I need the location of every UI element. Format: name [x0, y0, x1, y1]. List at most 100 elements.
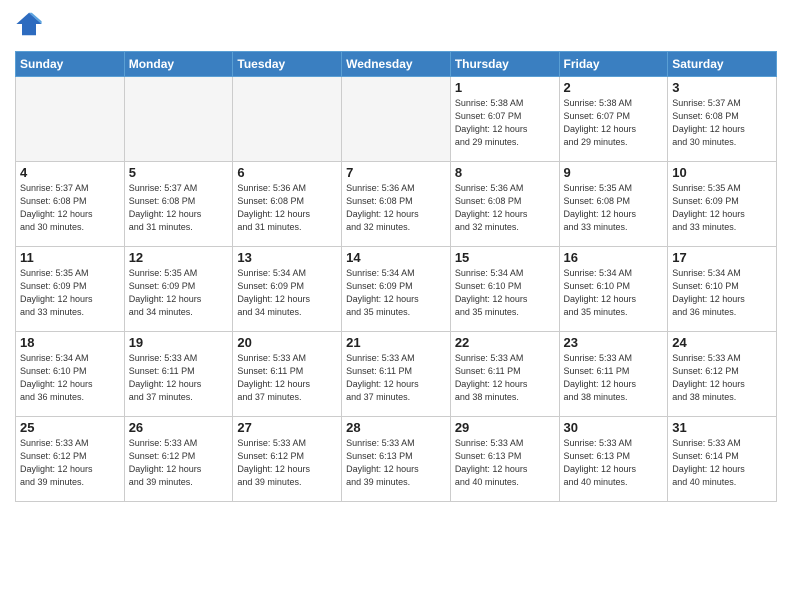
day-number: 15 [455, 250, 555, 265]
day-info: Sunrise: 5:36 AM Sunset: 6:08 PM Dayligh… [237, 182, 337, 234]
day-number: 24 [672, 335, 772, 350]
weekday-header-wednesday: Wednesday [342, 52, 451, 77]
day-number: 21 [346, 335, 446, 350]
day-number: 31 [672, 420, 772, 435]
calendar-cell: 29Sunrise: 5:33 AM Sunset: 6:13 PM Dayli… [450, 417, 559, 502]
calendar-cell: 10 Sunrise: 5:35 AM Sunset: 6:09 PM Dayli… [668, 162, 777, 247]
day-info: Sunrise: 5:34 AM Sunset: 6:10 PM Dayligh… [455, 267, 555, 319]
day-info: Sunrise: 5:38 AM Sunset: 6:07 PM Dayligh… [455, 97, 555, 149]
calendar-cell [342, 77, 451, 162]
calendar-cell: 5Sunrise: 5:37 AM Sunset: 6:08 PM Daylig… [124, 162, 233, 247]
day-number: 28 [346, 420, 446, 435]
day-number: 9 [564, 165, 664, 180]
day-number: 8 [455, 165, 555, 180]
calendar-cell: 3 Sunrise: 5:37 AM Sunset: 6:08 PM Daylig… [668, 77, 777, 162]
calendar-cell: 16 Sunrise: 5:34 AM Sunset: 6:10 PM Dayli… [559, 247, 668, 332]
day-info: Sunrise: 5:35 AM Sunset: 6:09 PM Dayligh… [129, 267, 229, 319]
calendar-cell: 28 Sunrise: 5:33 AM Sunset: 6:13 PM Dayli… [342, 417, 451, 502]
weekday-header-thursday: Thursday [450, 52, 559, 77]
calendar-cell: 19 Sunrise: 5:33 AM Sunset: 6:11 PM Dayli… [124, 332, 233, 417]
week-row-5: 25 Sunrise: 5:33 AM Sunset: 6:12 PM Dayli… [16, 417, 777, 502]
day-info: Sunrise: 5:33 AM Sunset: 6:11 PM Dayligh… [129, 352, 229, 404]
calendar-cell [124, 77, 233, 162]
day-number: 1 [455, 80, 555, 95]
day-info: Sunrise: 5:33 AM Sunset: 6:13 PM Dayligh… [346, 437, 446, 489]
calendar-cell: 21 Sunrise: 5:33 AM Sunset: 6:11 PM Dayli… [342, 332, 451, 417]
day-info: Sunrise: 5:34 AM Sunset: 6:10 PM Dayligh… [20, 352, 120, 404]
day-info: Sunrise: 5:33 AM Sunset: 6:12 PM Dayligh… [672, 352, 772, 404]
day-info: Sunrise: 5:33 AM Sunset: 6:11 PM Dayligh… [346, 352, 446, 404]
calendar-cell: 8Sunrise: 5:36 AM Sunset: 6:08 PM Daylig… [450, 162, 559, 247]
calendar-cell: 23 Sunrise: 5:33 AM Sunset: 6:11 PM Dayli… [559, 332, 668, 417]
day-number: 26 [129, 420, 229, 435]
day-number: 3 [672, 80, 772, 95]
day-number: 16 [564, 250, 664, 265]
day-info: Sunrise: 5:34 AM Sunset: 6:09 PM Dayligh… [237, 267, 337, 319]
week-row-2: 4 Sunrise: 5:37 AM Sunset: 6:08 PM Daylig… [16, 162, 777, 247]
day-info: Sunrise: 5:33 AM Sunset: 6:12 PM Dayligh… [237, 437, 337, 489]
calendar-cell [233, 77, 342, 162]
weekday-header-row: SundayMondayTuesdayWednesdayThursdayFrid… [16, 52, 777, 77]
weekday-header-tuesday: Tuesday [233, 52, 342, 77]
day-info: Sunrise: 5:33 AM Sunset: 6:11 PM Dayligh… [455, 352, 555, 404]
calendar-cell: 18 Sunrise: 5:34 AM Sunset: 6:10 PM Dayli… [16, 332, 125, 417]
day-info: Sunrise: 5:34 AM Sunset: 6:10 PM Dayligh… [672, 267, 772, 319]
day-number: 11 [20, 250, 120, 265]
calendar-cell: 25 Sunrise: 5:33 AM Sunset: 6:12 PM Dayli… [16, 417, 125, 502]
calendar-table: SundayMondayTuesdayWednesdayThursdayFrid… [15, 51, 777, 502]
day-number: 22 [455, 335, 555, 350]
week-row-3: 11 Sunrise: 5:35 AM Sunset: 6:09 PM Dayli… [16, 247, 777, 332]
day-number: 2 [564, 80, 664, 95]
day-number: 5 [129, 165, 229, 180]
day-number: 12 [129, 250, 229, 265]
day-number: 6 [237, 165, 337, 180]
day-info: Sunrise: 5:34 AM Sunset: 6:10 PM Dayligh… [564, 267, 664, 319]
day-number: 10 [672, 165, 772, 180]
day-info: Sunrise: 5:35 AM Sunset: 6:08 PM Dayligh… [564, 182, 664, 234]
header [15, 10, 777, 45]
day-number: 7 [346, 165, 446, 180]
calendar-cell: 24 Sunrise: 5:33 AM Sunset: 6:12 PM Dayli… [668, 332, 777, 417]
page: SundayMondayTuesdayWednesdayThursdayFrid… [0, 0, 792, 517]
day-info: Sunrise: 5:33 AM Sunset: 6:12 PM Dayligh… [20, 437, 120, 489]
day-number: 4 [20, 165, 120, 180]
day-info: Sunrise: 5:34 AM Sunset: 6:09 PM Dayligh… [346, 267, 446, 319]
day-number: 18 [20, 335, 120, 350]
day-info: Sunrise: 5:38 AM Sunset: 6:07 PM Dayligh… [564, 97, 664, 149]
week-row-1: 1 Sunrise: 5:38 AM Sunset: 6:07 PM Daylig… [16, 77, 777, 162]
day-number: 23 [564, 335, 664, 350]
calendar-cell: 31 Sunrise: 5:33 AM Sunset: 6:14 PM Dayli… [668, 417, 777, 502]
day-info: Sunrise: 5:33 AM Sunset: 6:14 PM Dayligh… [672, 437, 772, 489]
day-number: 20 [237, 335, 337, 350]
calendar-cell [16, 77, 125, 162]
calendar-cell: 12 Sunrise: 5:35 AM Sunset: 6:09 PM Dayli… [124, 247, 233, 332]
calendar-cell: 6 Sunrise: 5:36 AM Sunset: 6:08 PM Daylig… [233, 162, 342, 247]
day-info: Sunrise: 5:33 AM Sunset: 6:12 PM Dayligh… [129, 437, 229, 489]
day-number: 25 [20, 420, 120, 435]
day-info: Sunrise: 5:36 AM Sunset: 6:08 PM Dayligh… [346, 182, 446, 234]
day-number: 30 [564, 420, 664, 435]
day-number: 27 [237, 420, 337, 435]
day-number: 13 [237, 250, 337, 265]
day-number: 17 [672, 250, 772, 265]
calendar-cell: 17 Sunrise: 5:34 AM Sunset: 6:10 PM Dayli… [668, 247, 777, 332]
day-number: 19 [129, 335, 229, 350]
day-number: 29 [455, 420, 555, 435]
weekday-header-saturday: Saturday [668, 52, 777, 77]
calendar-cell: 2 Sunrise: 5:38 AM Sunset: 6:07 PM Daylig… [559, 77, 668, 162]
day-info: Sunrise: 5:33 AM Sunset: 6:11 PM Dayligh… [237, 352, 337, 404]
calendar-cell: 15 Sunrise: 5:34 AM Sunset: 6:10 PM Dayli… [450, 247, 559, 332]
day-info: Sunrise: 5:37 AM Sunset: 6:08 PM Dayligh… [672, 97, 772, 149]
calendar-cell: 27 Sunrise: 5:33 AM Sunset: 6:12 PM Dayli… [233, 417, 342, 502]
day-number: 14 [346, 250, 446, 265]
logo-icon [15, 10, 43, 38]
calendar-cell: 4 Sunrise: 5:37 AM Sunset: 6:08 PM Daylig… [16, 162, 125, 247]
calendar-cell: 11Sunrise: 5:35 AM Sunset: 6:09 PM Dayli… [16, 247, 125, 332]
day-info: Sunrise: 5:33 AM Sunset: 6:11 PM Dayligh… [564, 352, 664, 404]
calendar-cell: 22 Sunrise: 5:33 AM Sunset: 6:11 PM Dayli… [450, 332, 559, 417]
day-info: Sunrise: 5:35 AM Sunset: 6:09 PM Dayligh… [672, 182, 772, 234]
weekday-header-monday: Monday [124, 52, 233, 77]
day-info: Sunrise: 5:37 AM Sunset: 6:08 PM Dayligh… [20, 182, 120, 234]
calendar-cell: 9 Sunrise: 5:35 AM Sunset: 6:08 PM Daylig… [559, 162, 668, 247]
weekday-header-sunday: Sunday [16, 52, 125, 77]
